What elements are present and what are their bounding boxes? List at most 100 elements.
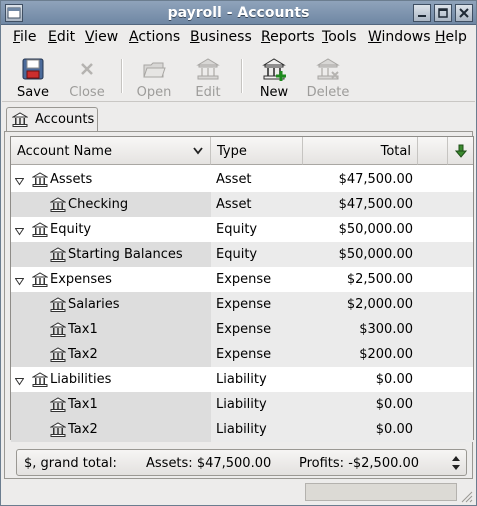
account-name: Liabilities (50, 372, 112, 387)
row-name-cell-bg (11, 392, 211, 417)
table-row[interactable]: Tax1 Liability $0.00 (11, 392, 473, 417)
bank-icon (49, 347, 67, 367)
menu-help[interactable]: Help (435, 29, 467, 45)
chevron-down-icon (193, 147, 203, 155)
new-account-button[interactable]: New (251, 53, 297, 100)
bank-icon (12, 112, 28, 127)
account-total: $0.00 (375, 397, 413, 412)
floppy-disk-icon (22, 58, 44, 80)
arrow-down-icon (455, 144, 467, 158)
up-down-arrow-icon (452, 456, 460, 470)
account-name: Tax1 (68, 322, 98, 337)
column-header-type[interactable]: Type (211, 137, 303, 165)
account-name: Tax2 (68, 422, 98, 437)
menu-file[interactable]: File (13, 29, 36, 45)
menu-actions[interactable]: Actions (129, 29, 180, 45)
window-title: payroll - Accounts (167, 5, 310, 21)
menu-view[interactable]: View (85, 29, 118, 45)
table-row[interactable]: Expenses Expense $2,500.00 (11, 267, 473, 292)
toolbar-separator (241, 59, 243, 93)
menu-reports[interactable]: Reports (261, 29, 315, 45)
account-type: Expense (216, 322, 272, 337)
column-header-total[interactable]: Total (303, 137, 418, 165)
accounts-tree[interactable]: Account Name Type Total Assets Asset $47,5… (10, 136, 474, 442)
account-type: Asset (216, 172, 252, 187)
column-selector-button[interactable] (448, 137, 473, 165)
bank-icon (49, 397, 67, 417)
tab-label: Accounts (35, 112, 95, 127)
maximize-button[interactable] (434, 4, 452, 22)
account-total: $50,000.00 (338, 222, 413, 237)
menu-tools[interactable]: Tools (322, 29, 357, 45)
account-name: Checking (68, 197, 129, 212)
table-row[interactable]: Salaries Expense $2,000.00 (11, 292, 473, 317)
account-type: Liability (216, 397, 267, 412)
title-bar[interactable]: payroll - Accounts (1, 1, 476, 25)
close-window-button[interactable] (455, 4, 473, 22)
resize-grip-icon[interactable] (459, 489, 473, 503)
bank-icon (31, 172, 49, 192)
account-name: Assets (50, 172, 93, 187)
status-field (305, 483, 457, 501)
menu-business[interactable]: Business (190, 29, 252, 45)
bank-icon (49, 297, 67, 317)
account-name: Starting Balances (68, 247, 183, 262)
status-bar (2, 481, 475, 505)
account-type: Equity (216, 222, 258, 237)
account-type: Expense (216, 272, 272, 287)
account-name: Tax2 (68, 347, 98, 362)
menu-edit[interactable]: Edit (48, 29, 75, 45)
open-folder-icon (143, 62, 166, 78)
bank-edit-icon (196, 58, 220, 80)
table-row[interactable]: Starting Balances Equity $50,000.00 (11, 242, 473, 267)
close-x-icon (81, 63, 93, 75)
account-name: Expenses (50, 272, 112, 287)
row-name-cell-bg (11, 342, 211, 367)
row-name-cell-bg (11, 317, 211, 342)
column-header-account-name[interactable]: Account Name (11, 137, 211, 165)
account-type: Equity (216, 247, 258, 262)
bank-icon (49, 322, 67, 342)
summary-currency: $, grand total: (24, 456, 117, 471)
account-total: $300.00 (359, 322, 413, 337)
account-type: Asset (216, 197, 252, 212)
summary-profits: Profits: -$2,500.00 (299, 456, 420, 471)
bank-icon (49, 197, 67, 217)
open-button[interactable]: Open (131, 53, 177, 100)
app-window: payroll - Accounts File Edit View Action… (0, 0, 477, 506)
expander-icon[interactable] (14, 375, 25, 386)
table-row[interactable]: Tax2 Liability $0.00 (11, 417, 473, 442)
bank-icon (31, 272, 49, 292)
table-row[interactable]: Assets Asset $47,500.00 (11, 167, 473, 192)
delete-button[interactable]: Delete (305, 53, 351, 100)
bank-icon (49, 422, 67, 442)
table-row[interactable]: Equity Equity $50,000.00 (11, 217, 473, 242)
summary-bar[interactable]: $, grand total: Assets: $47,500.00 Profi… (16, 449, 467, 476)
account-total: $200.00 (359, 347, 413, 362)
table-row[interactable]: Tax1 Expense $300.00 (11, 317, 473, 342)
edit-button[interactable]: Edit (185, 53, 231, 100)
expander-icon[interactable] (14, 275, 25, 286)
close-button[interactable]: Close (64, 53, 110, 100)
table-row[interactable]: Checking Asset $47,500.00 (11, 192, 473, 217)
tab-accounts[interactable]: Accounts (6, 107, 98, 132)
menu-windows[interactable]: Windows (368, 29, 431, 45)
account-total: $50,000.00 (338, 247, 413, 262)
toolbar-separator (121, 59, 123, 93)
summary-assets: Assets: $47,500.00 (146, 456, 272, 471)
table-row[interactable]: Liabilities Liability $0.00 (11, 367, 473, 392)
minimize-button[interactable] (413, 4, 431, 22)
expander-icon[interactable] (14, 225, 25, 236)
minimize-icon (418, 15, 426, 17)
account-total: $2,000.00 (346, 297, 413, 312)
toolbar: Save Close Open Edit New Delete (2, 49, 475, 102)
bank-new-icon (262, 58, 286, 81)
account-total: $0.00 (375, 422, 413, 437)
accounts-panel: Account Name Type Total Assets Asset $47,5… (4, 131, 474, 479)
bank-icon (49, 247, 67, 267)
close-icon (459, 8, 469, 18)
save-button[interactable]: Save (10, 53, 56, 100)
expander-icon[interactable] (14, 175, 25, 186)
account-total: $0.00 (375, 372, 413, 387)
table-row[interactable]: Tax2 Expense $200.00 (11, 342, 473, 367)
